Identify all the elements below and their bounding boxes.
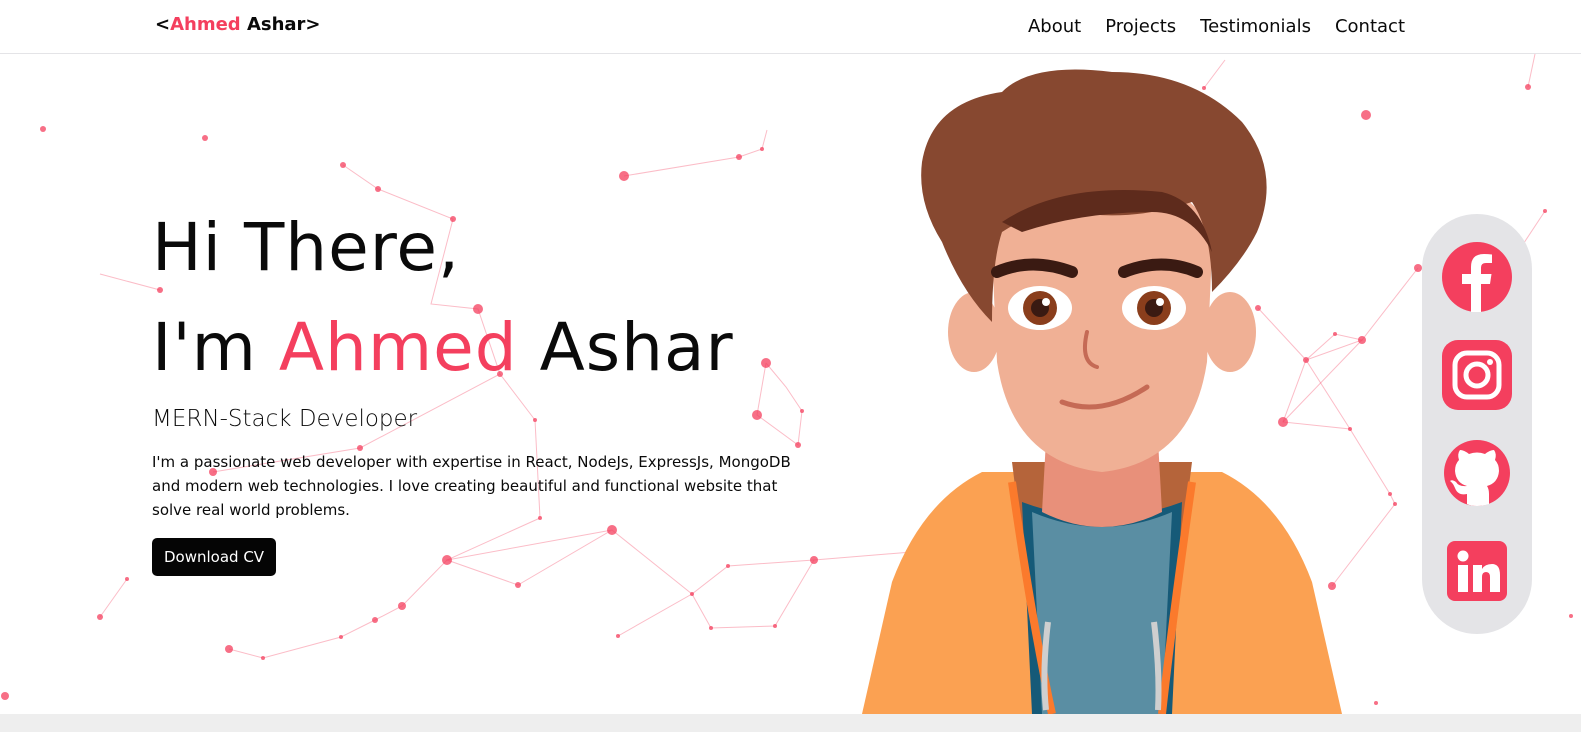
nav-link-projects[interactable]: Projects bbox=[1105, 16, 1176, 37]
instagram-icon[interactable] bbox=[1442, 340, 1512, 410]
github-icon[interactable] bbox=[1442, 438, 1512, 508]
linkedin-icon[interactable] bbox=[1442, 536, 1512, 606]
top-navbar: <Ahmed Ashar> About Projects Testimonial… bbox=[0, 0, 1581, 54]
next-section-edge bbox=[0, 714, 1581, 732]
logo-rest: Ashar> bbox=[240, 14, 321, 35]
hero-last-name: Ashar bbox=[517, 309, 734, 386]
main-nav: About Projects Testimonials Contact bbox=[1028, 16, 1405, 37]
hero-section: Hi There, I'm Ahmed Ashar MERN-Stack Dev… bbox=[152, 198, 832, 576]
nav-link-testimonials[interactable]: Testimonials bbox=[1200, 16, 1311, 37]
logo-prefix: < bbox=[155, 14, 171, 35]
logo-first-name: Ahmed bbox=[170, 14, 241, 35]
download-cv-button[interactable]: Download CV bbox=[152, 538, 277, 576]
hero-intro-prefix: I'm bbox=[152, 309, 279, 386]
social-links-bar bbox=[1422, 214, 1532, 634]
hero-heading: Hi There, I'm Ahmed Ashar bbox=[152, 198, 832, 398]
hero-role: MERN-Stack Developer bbox=[152, 406, 418, 432]
site-logo[interactable]: <Ahmed Ashar> bbox=[155, 14, 321, 35]
nav-link-about[interactable]: About bbox=[1028, 16, 1081, 37]
nav-link-contact[interactable]: Contact bbox=[1335, 16, 1405, 37]
facebook-icon[interactable] bbox=[1442, 242, 1512, 312]
hero-description: I'm a passionate web developer with expe… bbox=[152, 453, 791, 519]
hero-greeting: Hi There, bbox=[152, 209, 460, 286]
hero-first-name: Ahmed bbox=[278, 309, 518, 386]
avatar-illustration bbox=[862, 69, 1342, 714]
